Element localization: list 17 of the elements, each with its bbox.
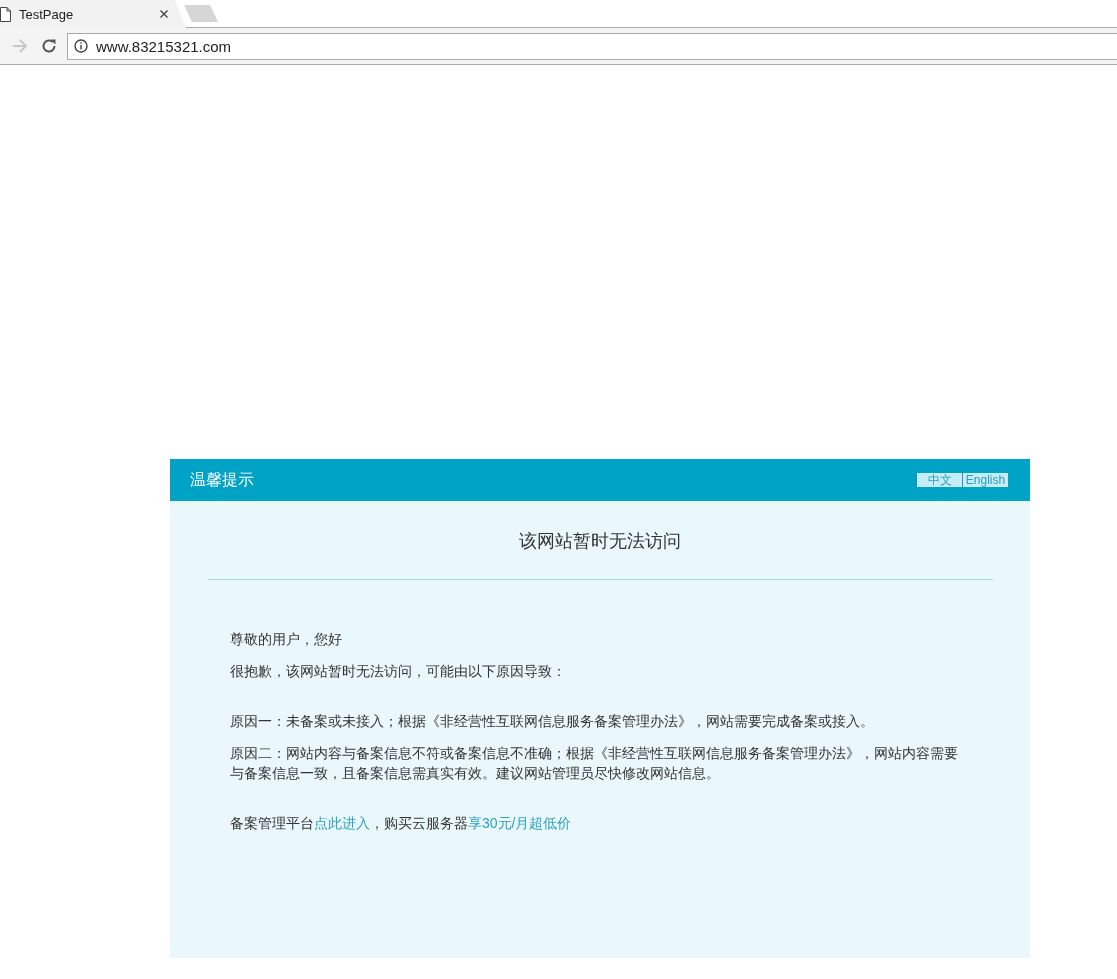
footer-text: 备案管理平台点此进入，购买云服务器享30元/月超低价 xyxy=(230,814,573,833)
greeting-text: 尊敬的用户，您好 xyxy=(230,630,343,649)
intro-text: 很抱歉，该网站暂时无法访问，可能由以下原因导致： xyxy=(230,662,567,681)
language-button[interactable]: English xyxy=(963,473,1008,487)
info-icon xyxy=(74,39,88,53)
browser-tab[interactable]: TestPage xyxy=(0,0,186,28)
page-heading: 该网站暂时无法访问 xyxy=(518,530,682,553)
reason-text: 原因一：未备案或未接入；根据《非经营性互联网信息服务备案管理办法》，网站需要完成备案或接入。 xyxy=(230,712,875,731)
notice-title: 温馨提示 xyxy=(190,469,254,491)
address-bar[interactable]: www.83215321.com xyxy=(67,32,1117,60)
reload-icon[interactable] xyxy=(41,38,57,54)
link[interactable]: 享30元/月超低价 xyxy=(468,815,572,831)
link[interactable]: 点此进入 xyxy=(314,815,370,831)
language-button[interactable]: 中文 xyxy=(917,473,962,487)
page-icon xyxy=(0,6,11,22)
close-icon[interactable] xyxy=(160,10,168,18)
reason-text: 原因二：网站内容与备案信息不符或备案信息不准确；根据《非经营性互联网信息服务备案管理办法》，网站内容需要与备案信息一致，且备案信息需真实有效。建议网站管理员尽快修改网站信息。 xyxy=(230,744,959,783)
